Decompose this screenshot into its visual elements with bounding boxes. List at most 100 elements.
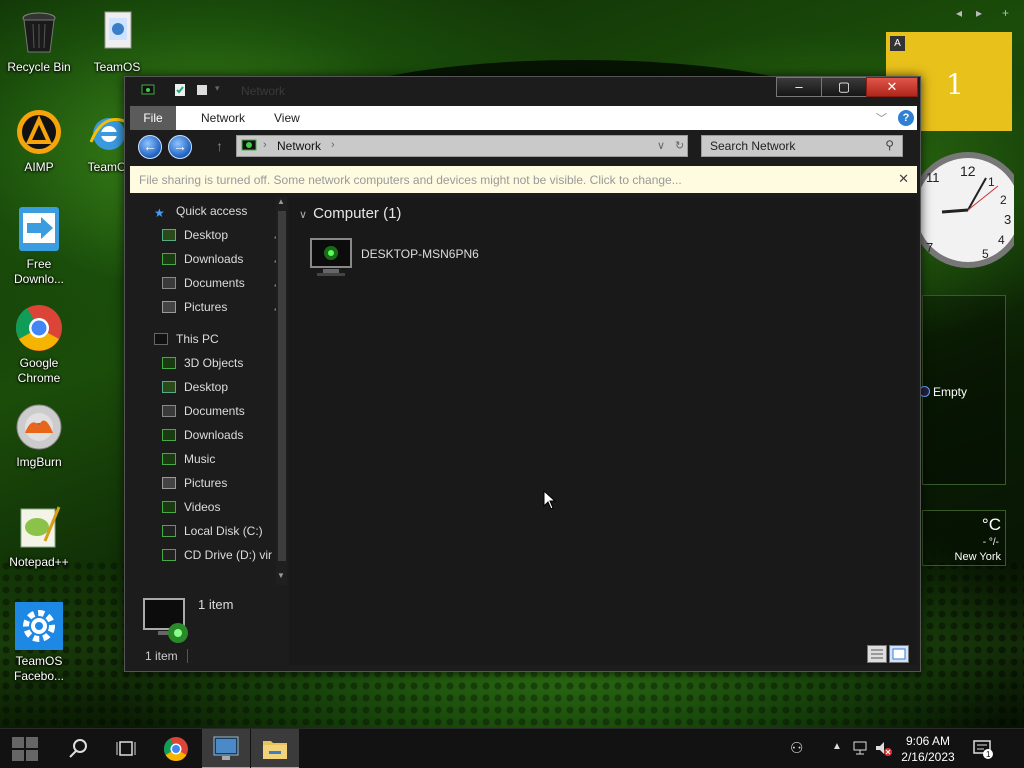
pictures-folder-icon — [162, 301, 176, 313]
svg-text:7: 7 — [926, 240, 933, 255]
info-bar-message[interactable]: File sharing is turned off. Some network… — [139, 173, 682, 187]
nav-pane-scrollbar[interactable]: ▲ ▼ — [276, 197, 287, 585]
weather-value: - °/- — [982, 537, 999, 548]
sidebar-item-pc-pictures[interactable]: Pictures — [162, 473, 227, 493]
desktop-icon-notepad-plus-plus[interactable]: Notepad++ — [1, 503, 77, 570]
scroll-up-arrow-icon[interactable]: ▲ — [277, 197, 285, 206]
close-icon[interactable]: ✕ — [898, 171, 909, 187]
videos-folder-icon — [162, 501, 176, 513]
sidebar-item-downloads[interactable]: Downloads — [162, 249, 243, 269]
search-taskbar-button[interactable] — [54, 729, 102, 768]
volume-muted-icon[interactable] — [874, 739, 892, 760]
widget-prev-icon[interactable]: ◂ — [956, 6, 962, 20]
large-icons-view-button[interactable] — [889, 645, 909, 663]
analog-clock-widget: 12 1 2 3 4 5 7 11 — [910, 148, 1024, 272]
maximize-button[interactable]: ▢ — [821, 77, 867, 97]
title-bar[interactable]: ▾ Network – ▢ ✕ — [125, 77, 920, 105]
minimize-button[interactable]: – — [776, 77, 822, 97]
ribbon-expand-chevron-icon[interactable]: ﹀ — [876, 110, 887, 126]
address-history-dropdown-icon[interactable]: ∨ — [657, 139, 665, 152]
content-pane[interactable]: ∨ Computer (1) DESKTOP-MSN6PN6 — [289, 197, 917, 665]
sidebar-item-pc-desktop[interactable]: Desktop — [162, 377, 228, 397]
downloads-folder-icon — [162, 253, 176, 265]
document-icon — [93, 8, 141, 56]
desktop-icon-recycle-bin[interactable]: Recycle Bin — [1, 8, 77, 75]
search-placeholder: Search Network — [710, 139, 796, 153]
forward-button[interactable]: → — [168, 135, 192, 159]
sidebar-item-documents[interactable]: Documents — [162, 273, 245, 293]
desktop-icon-teamos[interactable]: TeamOS — [79, 8, 155, 75]
sidebar-item-quick-access[interactable]: ★ Quick access — [154, 201, 247, 221]
taskbar-file-explorer[interactable] — [251, 729, 299, 768]
search-icon[interactable]: ⚲ — [885, 138, 894, 152]
computer-icon — [154, 333, 168, 345]
breadcrumb-network[interactable]: Network — [277, 139, 321, 153]
group-header-computer[interactable]: ∨ Computer (1) — [299, 205, 401, 222]
sidebar-item-this-pc[interactable]: This PC — [154, 329, 219, 349]
network-computer-item[interactable]: DESKTOP-MSN6PN6 — [309, 237, 509, 277]
show-hidden-icons-chevron-icon[interactable]: ▲ — [832, 741, 842, 752]
action-center-icon[interactable]: 1 — [972, 739, 994, 762]
sidebar-item-desktop[interactable]: Desktop — [162, 225, 262, 245]
search-box[interactable]: Search Network ⚲ — [701, 135, 903, 157]
new-folder-quick-icon[interactable] — [195, 83, 209, 97]
download-manager-icon — [15, 205, 63, 253]
taskbar-clock[interactable]: 9:06 AM 2/16/2023 — [896, 733, 960, 765]
documents-folder-icon — [162, 277, 176, 289]
weather-widget[interactable]: °C - °/- New York — [922, 510, 1006, 566]
clock-date: 2/16/2023 — [901, 750, 955, 764]
widget-next-icon[interactable]: ▸ — [976, 6, 982, 20]
slideshow-widget[interactable]: Empty — [919, 295, 1006, 485]
refresh-icon[interactable]: ↻ — [675, 139, 684, 152]
address-bar[interactable]: › Network › ∨ ↻ — [236, 135, 688, 157]
sidebar-item-videos[interactable]: Videos — [162, 497, 220, 517]
tab-network[interactable]: Network — [191, 106, 255, 130]
svg-text:2: 2 — [1000, 193, 1007, 207]
navigation-pane: ★Quick access Desktop ▪ Downloads ▪ Docu… — [130, 197, 287, 585]
breadcrumb-chevron-icon[interactable]: › — [263, 139, 267, 151]
status-divider — [187, 649, 188, 663]
desktop-icon-aimp[interactable]: AIMP — [1, 108, 77, 175]
info-bar[interactable]: File sharing is turned off. Some network… — [130, 166, 917, 193]
svg-text:1: 1 — [988, 175, 995, 189]
properties-quick-icon[interactable] — [173, 83, 187, 97]
tab-file[interactable]: File — [130, 106, 176, 130]
desktop-icon-google-chrome[interactable]: Google Chrome — [1, 304, 77, 386]
desktop-icon-free-download-manager[interactable]: Free Downlo... — [1, 205, 77, 287]
network-tray-icon[interactable] — [852, 739, 870, 760]
sidebar-item-cd-drive-d[interactable]: CD Drive (D:) virt — [162, 545, 272, 565]
sidebar-item-local-disk-c[interactable]: Local Disk (C:) — [162, 521, 263, 541]
help-icon[interactable]: ? — [898, 110, 914, 126]
documents-folder-icon — [162, 405, 176, 417]
back-button[interactable]: ← — [138, 135, 162, 159]
task-view-button[interactable] — [102, 729, 150, 768]
scrollbar-thumb[interactable] — [278, 211, 286, 561]
close-button[interactable]: ✕ — [866, 77, 918, 97]
file-explorer-window[interactable]: ▾ Network – ▢ ✕ File Network View ﹀ ? ← … — [124, 76, 921, 672]
breadcrumb-chevron-icon[interactable]: › — [331, 139, 335, 151]
sidebar-item-3d-objects[interactable]: 3D Objects — [162, 353, 243, 373]
collapse-chevron-icon[interactable]: ∨ — [299, 209, 307, 221]
taskbar-chrome[interactable] — [152, 729, 200, 768]
taskbar-network-explorer[interactable] — [202, 729, 250, 768]
scroll-down-arrow-icon[interactable]: ▼ — [277, 571, 285, 580]
details-view-button[interactable] — [867, 645, 887, 663]
widget-add-icon[interactable]: + — [1002, 6, 1009, 20]
desktop-icon-imgburn[interactable]: ImgBurn — [1, 403, 77, 470]
people-icon[interactable]: ⚇ — [790, 739, 803, 757]
tab-view[interactable]: View — [264, 106, 310, 130]
start-button[interactable] — [2, 729, 50, 768]
sidebar-item-pc-downloads[interactable]: Downloads — [162, 425, 243, 445]
up-arrow-icon[interactable]: ↑ — [216, 138, 223, 154]
chrome-icon — [15, 304, 63, 352]
weather-city: New York — [954, 551, 1001, 563]
quick-access-dropdown-icon[interactable]: ▾ — [215, 83, 229, 97]
svg-text:11: 11 — [926, 170, 940, 185]
note-number: 1 — [946, 68, 964, 101]
svg-text:3: 3 — [1004, 212, 1011, 227]
sidebar-item-music[interactable]: Music — [162, 449, 215, 469]
desktop-icon-teamos-facebook[interactable]: TeamOS Facebo... — [1, 602, 77, 684]
sidebar-item-pictures[interactable]: Pictures — [162, 297, 227, 317]
sidebar-item-pc-documents[interactable]: Documents — [162, 401, 245, 421]
gear-icon — [15, 602, 63, 650]
